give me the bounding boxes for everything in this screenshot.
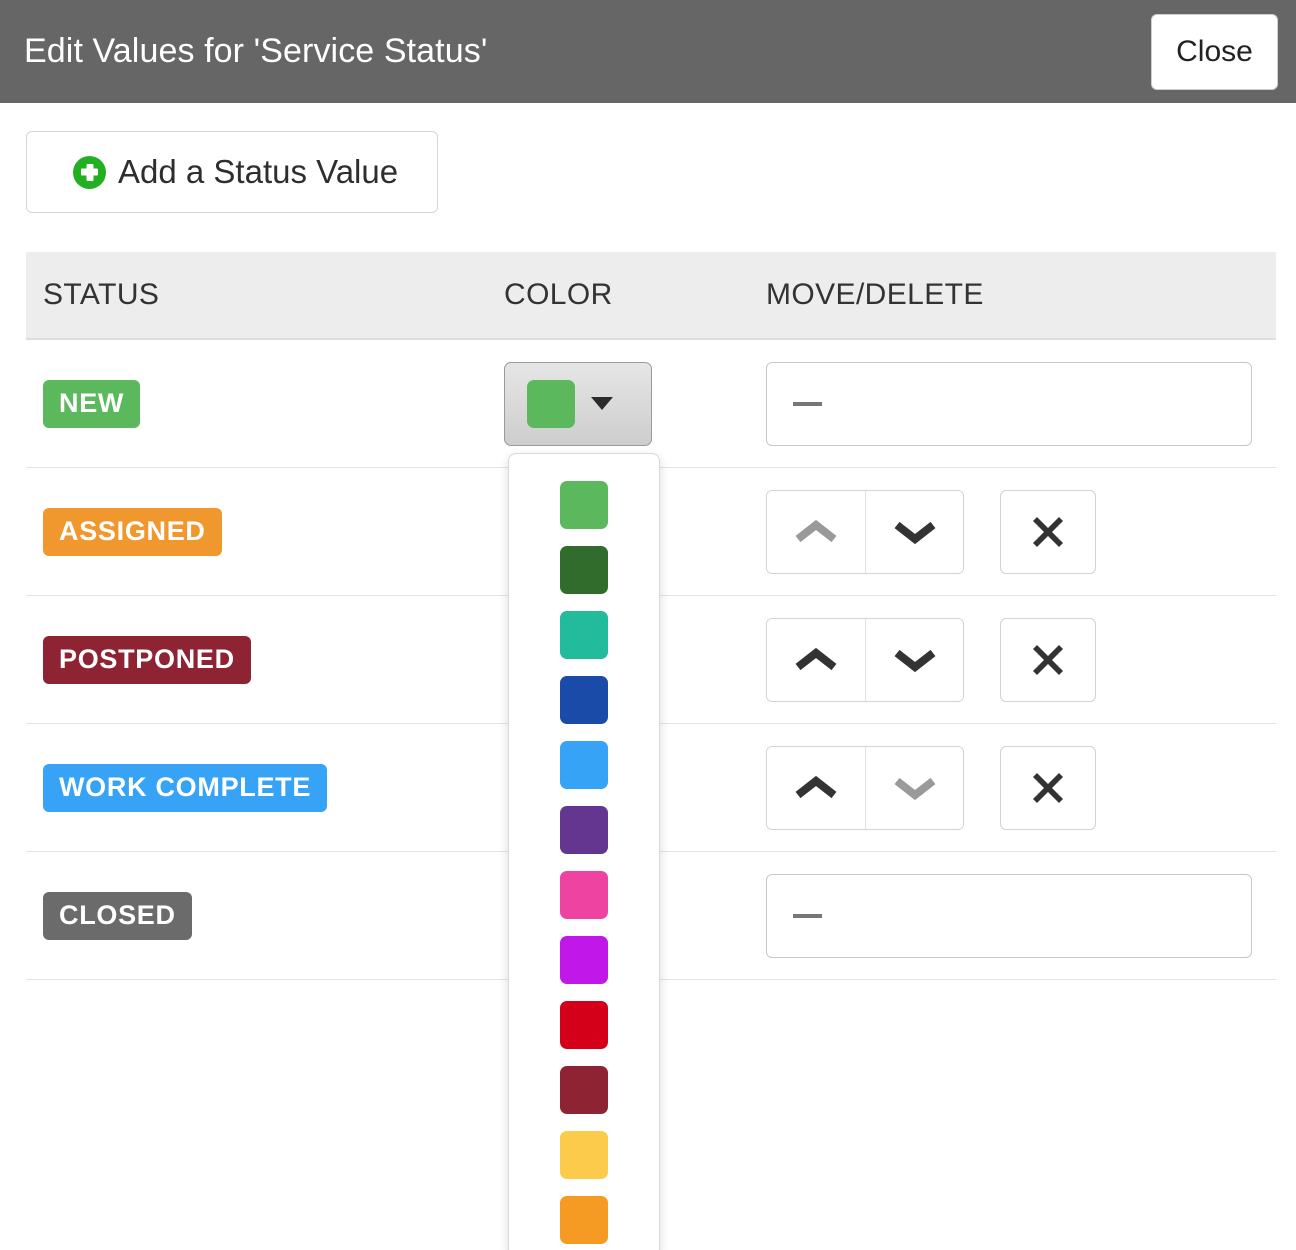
move-button-group [766, 618, 964, 702]
add-status-value-label: Add a Status Value [118, 153, 398, 191]
color-swatch [560, 611, 608, 659]
status-cell: ASSIGNED [26, 508, 504, 556]
no-actions-placeholder [766, 874, 1252, 958]
status-cell: CLOSED [26, 892, 504, 940]
table-row: NEW [26, 340, 1276, 468]
move-delete-cell [766, 874, 1276, 958]
delete-button[interactable] [1000, 746, 1096, 830]
color-option-dark-blue[interactable] [509, 667, 659, 732]
edit-values-dialog: Edit Values for 'Service Status' Close A… [0, 0, 1296, 1250]
dialog-title: Edit Values for 'Service Status' [24, 0, 487, 103]
color-option-magenta[interactable] [509, 927, 659, 992]
color-option-teal[interactable] [509, 602, 659, 667]
color-swatch [560, 676, 608, 724]
color-swatch [560, 1131, 608, 1179]
add-status-value-button[interactable]: Add a Status Value [26, 131, 438, 213]
no-actions-placeholder [766, 362, 1252, 446]
color-swatch [560, 1196, 608, 1244]
dash-icon [793, 914, 822, 918]
color-swatch [527, 380, 575, 428]
color-swatch [560, 871, 608, 919]
color-swatch [560, 481, 608, 529]
delete-button[interactable] [1000, 618, 1096, 702]
move-down-button[interactable] [865, 619, 963, 701]
move-button-group [766, 746, 964, 830]
status-cell: POSTPONED [26, 636, 504, 684]
color-dropdown-trigger[interactable] [504, 362, 652, 446]
status-badge: POSTPONED [43, 636, 251, 684]
move-delete-cell [766, 362, 1276, 446]
column-header-status: STATUS [26, 278, 504, 312]
table-header-row: STATUS COLOR MOVE/DELETE [26, 252, 1276, 340]
color-swatch [560, 936, 608, 984]
delete-button[interactable] [1000, 490, 1096, 574]
color-option-dark-red[interactable] [509, 1057, 659, 1122]
move-delete-cell [766, 746, 1276, 830]
color-swatch [560, 1001, 608, 1049]
chevron-down-icon [591, 397, 613, 410]
color-option-purple[interactable] [509, 797, 659, 862]
status-cell: NEW [26, 380, 504, 428]
color-option-yellow[interactable] [509, 1122, 659, 1187]
plus-circle-icon [73, 156, 106, 189]
move-delete-cell [766, 490, 1276, 574]
move-delete-cell [766, 618, 1276, 702]
color-swatch [560, 806, 608, 854]
close-button[interactable]: Close [1151, 14, 1278, 90]
status-badge: ASSIGNED [43, 508, 222, 556]
status-badge: WORK COMPLETE [43, 764, 327, 812]
color-swatch [560, 546, 608, 594]
status-badge: CLOSED [43, 892, 192, 940]
color-option-light-blue[interactable] [509, 732, 659, 797]
color-swatch [560, 741, 608, 789]
color-option-pink[interactable] [509, 862, 659, 927]
color-option-red[interactable] [509, 992, 659, 1057]
color-dropdown-menu[interactable] [508, 453, 660, 1250]
dash-icon [793, 402, 822, 406]
color-swatch [560, 1066, 608, 1114]
dialog-titlebar: Edit Values for 'Service Status' Close [0, 0, 1296, 103]
color-cell [504, 362, 766, 446]
move-up-button[interactable] [767, 491, 865, 573]
column-header-color: COLOR [504, 278, 766, 312]
color-option-green[interactable] [509, 472, 659, 537]
move-button-group [766, 490, 964, 574]
status-badge: NEW [43, 380, 140, 428]
column-header-actions: MOVE/DELETE [766, 278, 1276, 312]
color-option-orange[interactable] [509, 1187, 659, 1250]
move-down-button[interactable] [865, 491, 963, 573]
color-option-dark-green[interactable] [509, 537, 659, 602]
status-cell: WORK COMPLETE [26, 764, 504, 812]
move-up-button[interactable] [767, 747, 865, 829]
move-up-button[interactable] [767, 619, 865, 701]
move-down-button[interactable] [865, 747, 963, 829]
